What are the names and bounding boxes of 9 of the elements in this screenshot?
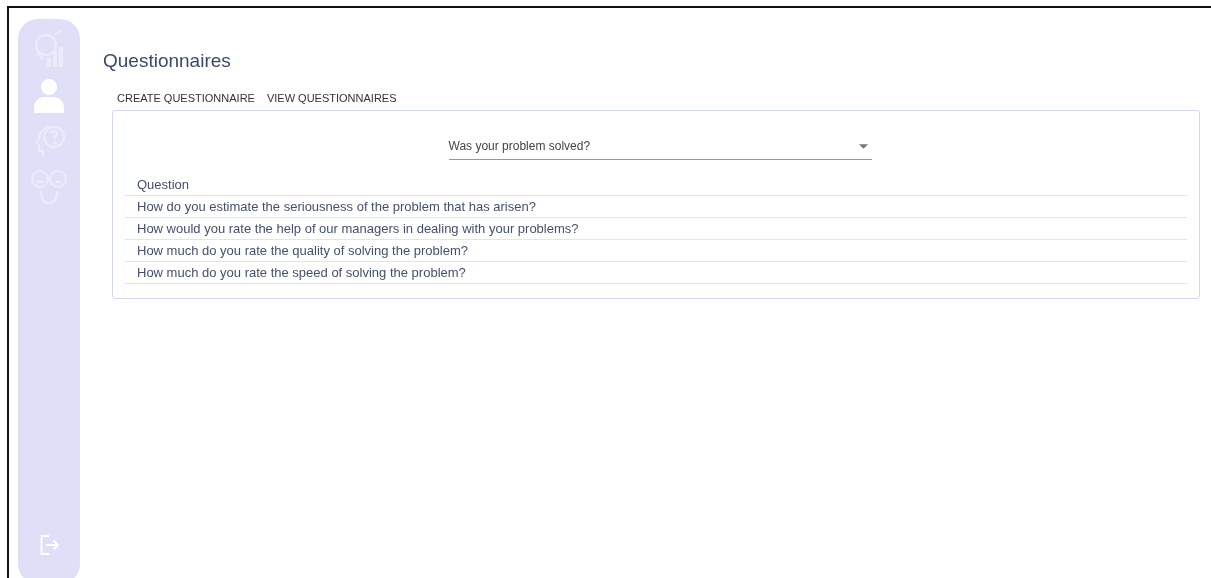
questionnaire-select[interactable]: Was your problem solved? xyxy=(448,131,872,160)
page-title: Questionnaires xyxy=(103,50,232,72)
tab[interactable]: VIEW QUESTIONNAIRES xyxy=(262,90,401,106)
table-cell: How do you estimate the seriousness of the problem that has arisen? xyxy=(125,196,1187,218)
table-cell: How much do you rate the speed of solving the problem? xyxy=(125,262,1187,284)
table-cell: How much do you rate the quality of solving the problem? xyxy=(125,240,1187,262)
tab[interactable]: CREATE QUESTIONNAIRE xyxy=(113,90,259,106)
column-header: Question xyxy=(125,174,1187,196)
table-cell: How would you rate the help of our managers in dealing with your problems? xyxy=(125,218,1187,240)
